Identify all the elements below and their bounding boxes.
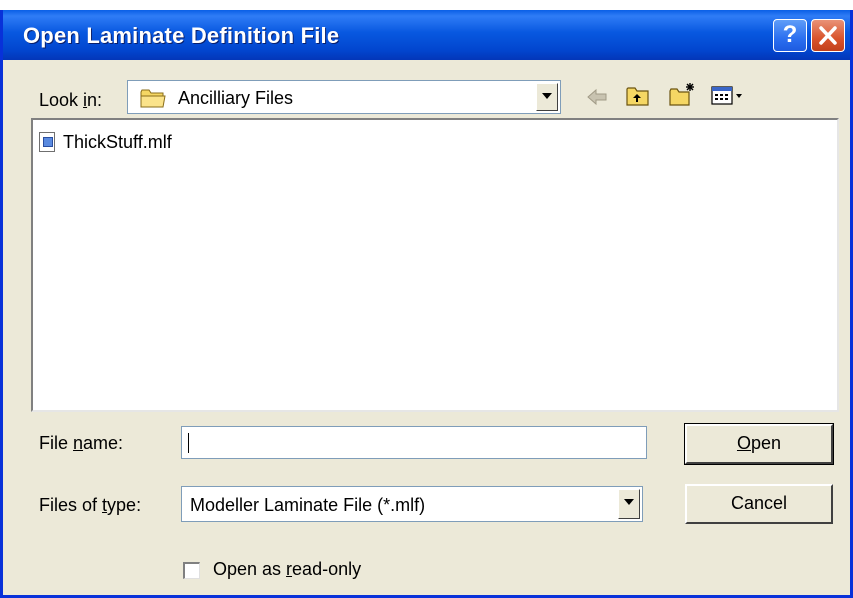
read-only-checkbox[interactable]: [183, 562, 200, 579]
help-icon: ?: [782, 21, 798, 48]
text-caret: [188, 433, 189, 453]
window-title: Open Laminate Definition File: [23, 23, 340, 48]
file-type-dropdown-button[interactable]: [618, 489, 640, 519]
view-menu-icon[interactable]: [711, 85, 745, 107]
file-type-label: Files of type:: [39, 495, 142, 515]
file-name-label: File name:: [39, 433, 124, 453]
open-file-dialog: Open Laminate Definition File ? Look in:…: [0, 10, 853, 598]
folder-icon: [140, 89, 166, 108]
look-in-select[interactable]: Ancilliary Files: [127, 80, 561, 114]
close-icon: [819, 26, 837, 45]
close-button[interactable]: [811, 19, 845, 52]
open-button[interactable]: Open: [684, 423, 834, 465]
back-arrow-icon[interactable]: [586, 86, 608, 108]
document-icon: [39, 132, 55, 152]
cancel-button[interactable]: Cancel: [685, 484, 833, 524]
file-type-select[interactable]: Modeller Laminate File (*.mlf): [181, 486, 643, 522]
title-bar[interactable]: Open Laminate Definition File ?: [3, 10, 850, 60]
file-name-label: ThickStuff.mlf: [63, 132, 172, 152]
look-in-value: Ancilliary Files: [178, 88, 294, 108]
file-name-input[interactable]: [181, 426, 647, 459]
look-in-dropdown-button[interactable]: [536, 83, 558, 111]
file-type-value: Modeller Laminate File (*.mlf): [190, 495, 426, 515]
help-button[interactable]: ?: [773, 19, 807, 52]
new-folder-icon[interactable]: [668, 82, 696, 108]
look-in-label: Look in:: [39, 90, 103, 110]
read-only-label[interactable]: Open as read-only: [213, 559, 361, 580]
up-folder-icon[interactable]: [625, 84, 651, 108]
file-list[interactable]: ThickStuff.mlf: [31, 118, 839, 412]
